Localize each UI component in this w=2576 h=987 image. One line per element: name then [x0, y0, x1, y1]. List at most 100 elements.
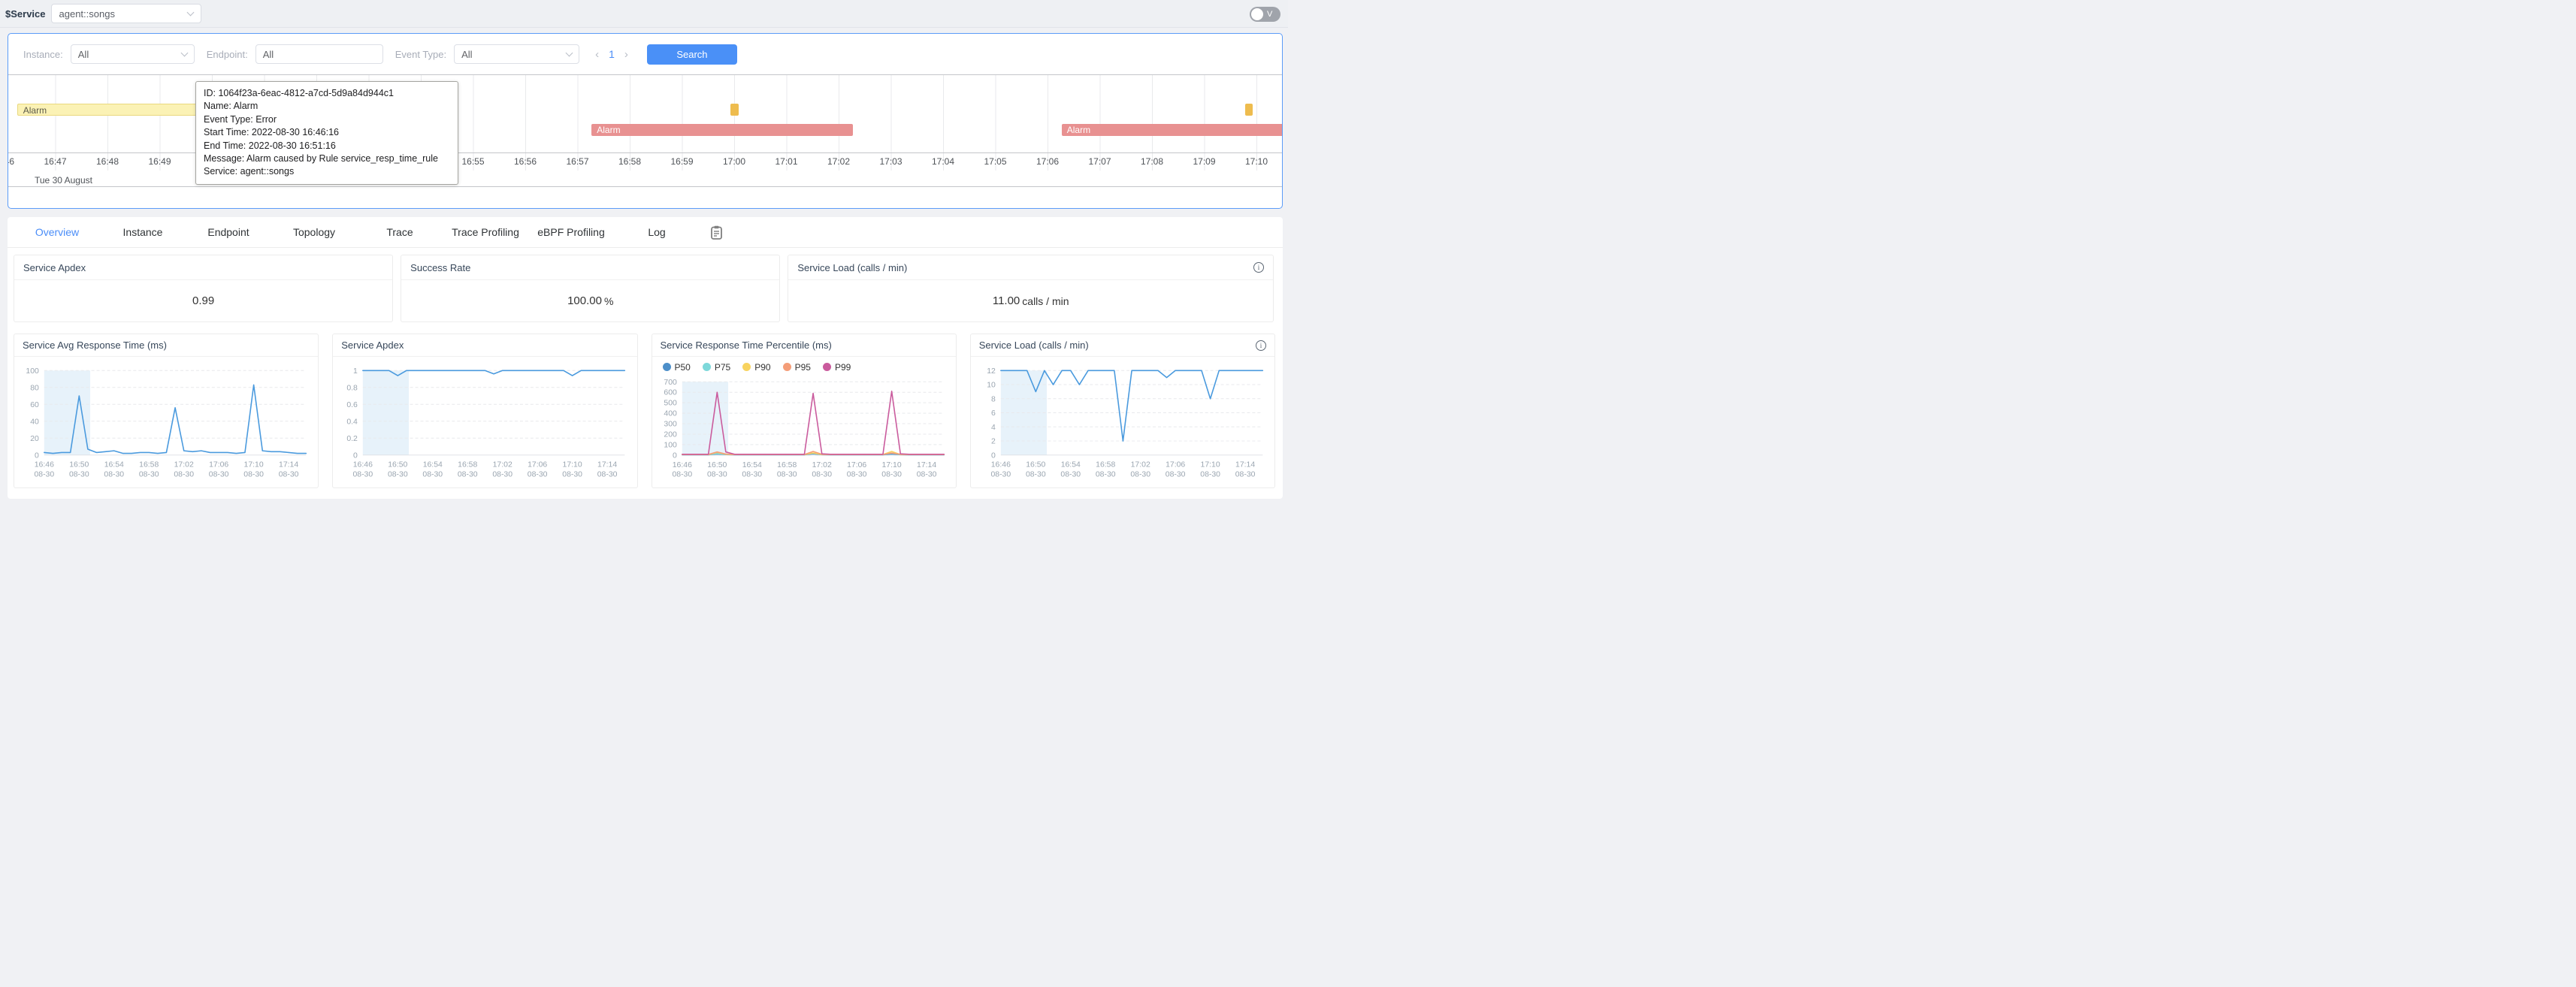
service-dashboard-card: Overview Instance Endpoint Topology Trace Tra… — [8, 217, 1283, 499]
tab-overview[interactable]: Overview — [23, 226, 92, 238]
svg-text:17:14: 17:14 — [1235, 461, 1255, 469]
prev-page-icon[interactable]: ‹ — [590, 48, 604, 61]
instance-select[interactable]: All — [71, 44, 195, 64]
legend-label: P50 — [675, 362, 691, 373]
toggle-knob — [1251, 8, 1263, 20]
version-toggle[interactable]: V — [1250, 7, 1280, 22]
tab-instance[interactable]: Instance — [108, 226, 177, 238]
svg-text:17:06: 17:06 — [1166, 461, 1185, 469]
tab-trace-profiling[interactable]: Trace Profiling — [451, 226, 520, 238]
top-bar: $Service agent::songs V — [0, 0, 1288, 28]
tab-list: Overview Instance Endpoint Topology Trace Tra… — [23, 226, 708, 238]
chart-title-bar: Service Response Time Percentile (ms) — [652, 334, 956, 357]
event-marker[interactable] — [730, 104, 738, 116]
timeline-tick-label: 17:08 — [1141, 156, 1163, 167]
event-type-select[interactable]: All — [454, 44, 579, 64]
svg-text:16:50: 16:50 — [388, 461, 407, 469]
tooltip-line: Message: Alarm caused by Rule service_re… — [204, 152, 450, 165]
tooltip-line: End Time: 2022-08-30 16:51:16 — [204, 140, 450, 152]
svg-text:08-30: 08-30 — [1060, 471, 1081, 479]
metric-cards-row: Service Apdex0.99Success Rate100.00%Serv… — [8, 248, 1283, 322]
tab-endpoint[interactable]: Endpoint — [194, 226, 263, 238]
legend-label: P95 — [795, 362, 811, 373]
svg-text:400: 400 — [664, 410, 677, 418]
svg-text:16:46: 16:46 — [672, 461, 691, 469]
svg-text:6: 6 — [991, 409, 996, 418]
chart-card-apdex: Service Apdex00.20.40.60.8116:4608-3016:… — [332, 334, 637, 488]
chart-plot-apdex: 00.20.40.60.8116:4608-3016:5008-3016:540… — [333, 357, 636, 488]
tab-trace[interactable]: Trace — [365, 226, 434, 238]
tooltip-line: Start Time: 2022-08-30 16:46:16 — [204, 126, 450, 139]
event-bar-alarm[interactable]: Alarm — [591, 124, 853, 136]
svg-text:17:10: 17:10 — [881, 461, 901, 469]
endpoint-input[interactable]: All — [255, 44, 383, 64]
svg-text:17:10: 17:10 — [563, 461, 582, 469]
metric-card: Service Load (calls / min) i 11.00calls / … — [788, 255, 1274, 322]
tab-log[interactable]: Log — [622, 226, 691, 238]
next-page-icon[interactable]: › — [619, 48, 633, 61]
svg-text:08-30: 08-30 — [563, 471, 583, 479]
svg-text:08-30: 08-30 — [353, 471, 373, 479]
info-icon[interactable]: i — [1253, 262, 1264, 273]
svg-text:10: 10 — [987, 382, 996, 390]
svg-text:17:10: 17:10 — [244, 461, 264, 469]
event-marker[interactable] — [1245, 104, 1253, 116]
chart-title: Service Avg Response Time (ms) — [23, 340, 167, 351]
legend-label: P75 — [715, 362, 730, 373]
page-number[interactable]: 1 — [604, 48, 619, 60]
legend-item-p95: P95 — [783, 362, 811, 373]
svg-text:08-30: 08-30 — [846, 471, 866, 479]
chart-title: Service Load (calls / min) — [979, 340, 1089, 351]
event-bar-alarm[interactable]: Alarm — [1062, 124, 1282, 136]
svg-text:8: 8 — [991, 395, 996, 403]
svg-text:08-30: 08-30 — [1026, 471, 1046, 479]
timeline-tick-label: 17:10 — [1245, 156, 1268, 167]
metric-card-title: Service Load (calls / min) — [797, 262, 907, 273]
clipboard-icon[interactable] — [711, 225, 722, 240]
legend-dot — [783, 363, 791, 371]
svg-text:08-30: 08-30 — [812, 471, 832, 479]
svg-text:17:02: 17:02 — [1130, 461, 1150, 469]
svg-text:16:54: 16:54 — [1060, 461, 1080, 469]
svg-text:08-30: 08-30 — [243, 471, 264, 479]
svg-text:16:58: 16:58 — [139, 461, 159, 469]
event-filter-row: Instance: All Endpoint: All Event Type: … — [8, 34, 1282, 74]
svg-text:08-30: 08-30 — [1200, 471, 1220, 479]
svg-text:08-30: 08-30 — [776, 471, 797, 479]
toggle-label: V — [1267, 10, 1272, 19]
svg-text:40: 40 — [30, 418, 39, 426]
svg-text:17:06: 17:06 — [528, 461, 547, 469]
tab-ebpf-profiling[interactable]: eBPF Profiling — [537, 226, 606, 238]
svg-text:08-30: 08-30 — [423, 471, 443, 479]
svg-text:0: 0 — [353, 451, 358, 460]
timeline-tick-label: 17:09 — [1193, 156, 1215, 167]
info-icon[interactable]: i — [1256, 340, 1266, 351]
endpoint-label: Endpoint: — [207, 49, 248, 60]
metric-value: 0.99 — [192, 294, 214, 307]
svg-text:08-30: 08-30 — [1096, 471, 1116, 479]
svg-text:16:50: 16:50 — [69, 461, 89, 469]
svg-text:17:10: 17:10 — [1200, 461, 1220, 469]
dashboard-tabs: Overview Instance Endpoint Topology Trace Tra… — [8, 217, 1283, 248]
chart-plot-avg-resp-time: 02040608010016:4608-3016:5008-3016:5408-… — [14, 357, 318, 488]
svg-text:0.4: 0.4 — [347, 418, 358, 426]
metric-unit: % — [604, 295, 613, 307]
instance-label: Instance: — [23, 49, 63, 60]
service-select[interactable]: agent::songs — [51, 4, 201, 23]
chart-title: Service Response Time Percentile (ms) — [661, 340, 832, 351]
metric-card-body: 11.00calls / min — [788, 280, 1273, 321]
svg-text:17:06: 17:06 — [847, 461, 866, 469]
svg-text:08-30: 08-30 — [279, 471, 299, 479]
svg-text:16:54: 16:54 — [104, 461, 124, 469]
svg-text:08-30: 08-30 — [1166, 471, 1186, 479]
metric-card-body: 100.00% — [401, 280, 779, 321]
metric-card-title: Service Apdex — [23, 262, 86, 273]
timeline-tick-label: 17:00 — [723, 156, 745, 167]
tab-topology[interactable]: Topology — [280, 226, 349, 238]
search-button[interactable]: Search — [647, 44, 737, 65]
metric-card-header: Service Load (calls / min) i — [788, 255, 1273, 280]
metric-value: 11.00 — [993, 294, 1020, 307]
legend-label: P90 — [754, 362, 770, 373]
charts-row: Service Avg Response Time (ms)0204060801… — [8, 322, 1283, 488]
event-type-select-value: All — [461, 49, 567, 60]
